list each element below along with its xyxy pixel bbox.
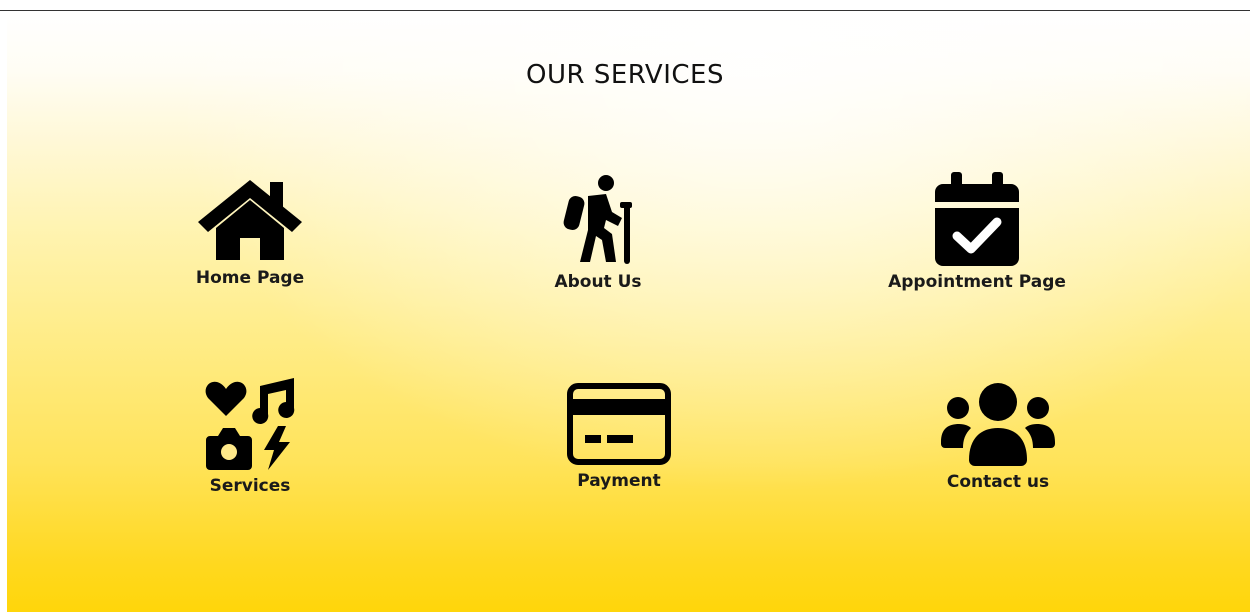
service-label: Payment [577, 471, 661, 491]
service-contact-us[interactable]: Contact us [928, 382, 1068, 492]
service-label: Services [209, 476, 291, 496]
service-label: Home Page [195, 268, 305, 288]
service-payment[interactable]: Payment [549, 383, 689, 491]
service-home-page[interactable]: Home Page [180, 176, 320, 288]
service-services[interactable]: Services [180, 378, 320, 496]
services-panel [7, 11, 1250, 612]
service-appointment-page[interactable]: Appointment Page [877, 172, 1077, 292]
service-label: Contact us [946, 472, 1050, 492]
house-icon [198, 180, 302, 260]
page-title: OUR SERVICES [526, 60, 724, 90]
icons-collection-icon [205, 378, 295, 470]
service-label: About Us [554, 272, 642, 292]
hiker-icon [563, 175, 632, 264]
service-label: Appointment Page [888, 272, 1066, 292]
page: OUR SERVICES Home Page About Us Appointm [0, 0, 1250, 612]
service-about-us[interactable]: About Us [528, 174, 668, 292]
credit-card-icon [567, 383, 671, 465]
calendar-check-icon [935, 172, 1019, 266]
users-icon [941, 383, 1055, 466]
